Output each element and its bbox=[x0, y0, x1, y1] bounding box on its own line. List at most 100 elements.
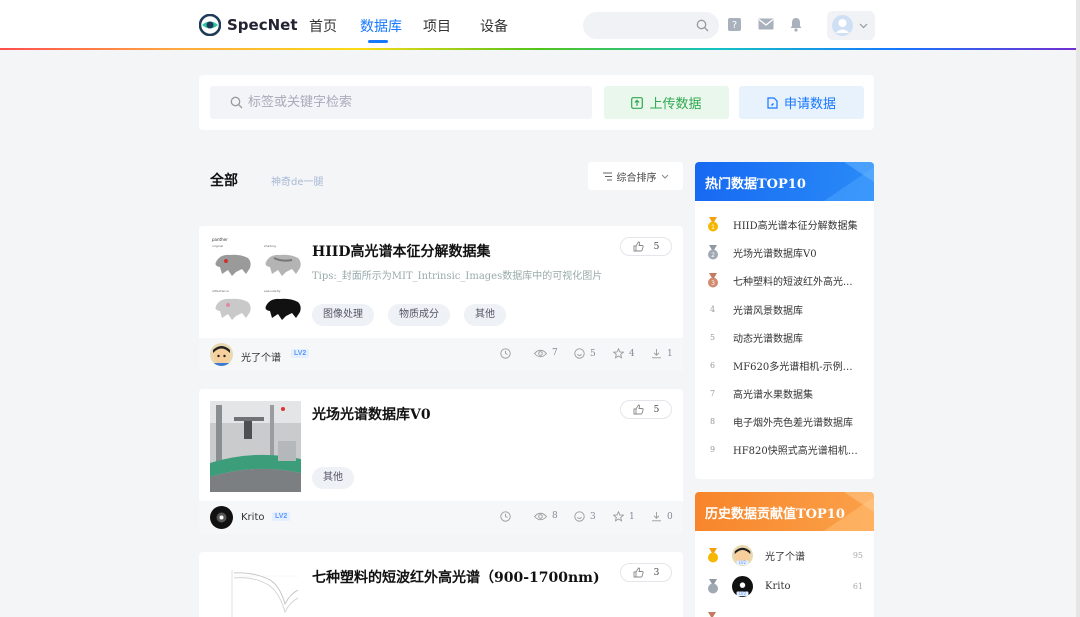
hot-rank-item[interactable]: 2 光场光谱数据库V0 bbox=[705, 245, 865, 260]
bronze-medal-icon bbox=[708, 612, 716, 617]
chevron-down-icon bbox=[859, 23, 868, 29]
dataset-card[interactable]: 七种塑料的短波红外高光谱（900-1700nm) 3 bbox=[199, 552, 683, 617]
silver-medal-icon bbox=[707, 579, 718, 594]
hot-rank-name[interactable]: 光场光谱数据库V0 bbox=[733, 245, 858, 260]
upload-icon bbox=[631, 96, 644, 109]
dataset-thumbnail[interactable] bbox=[210, 401, 301, 492]
contributor-item-partial[interactable] bbox=[705, 608, 719, 617]
dataset-card[interactable]: 光场光谱数据库V0 其他 5 Krito LV2 8 3 1 0 bbox=[199, 389, 683, 534]
hot-top10-panel bbox=[695, 162, 874, 479]
silver-medal-icon: 2 bbox=[707, 245, 718, 260]
hot-rank-item[interactable]: 5 动态光谱数据库 bbox=[705, 330, 865, 345]
hot-rank-item[interactable]: 9 HF820快照式高光谱相机-... bbox=[705, 442, 865, 457]
tag-other[interactable]: 其他 bbox=[312, 467, 354, 489]
views-stat: 7 bbox=[534, 348, 558, 358]
dataset-search[interactable] bbox=[210, 86, 592, 119]
hot-rank-name[interactable]: 光谱风景数据库 bbox=[733, 302, 858, 317]
nav-database[interactable]: 数据库 bbox=[360, 16, 402, 36]
sort-dropdown[interactable]: 综合排序 bbox=[588, 162, 683, 190]
contributor-score: 61 bbox=[852, 582, 863, 591]
stars-stat[interactable]: 4 bbox=[613, 348, 635, 359]
level-badge: LV2 bbox=[272, 512, 291, 521]
clock-icon bbox=[500, 511, 511, 522]
author-avatar[interactable] bbox=[210, 343, 233, 366]
contributor-item[interactable]: LV2 Krito 61 bbox=[705, 576, 863, 597]
hot-rank-name[interactable]: HF820快照式高光谱相机-... bbox=[733, 442, 858, 457]
contributor-name[interactable]: 光了个谱 bbox=[765, 548, 805, 563]
comments-stat[interactable]: 3 bbox=[574, 511, 596, 522]
author-avatar[interactable] bbox=[210, 506, 233, 529]
views-count: 8 bbox=[552, 511, 558, 521]
hot-rank-item[interactable]: 3 七种塑料的短波红外高光... bbox=[705, 273, 865, 288]
level-badge: LV2 bbox=[291, 349, 310, 358]
dataset-card[interactable]: panther original shading reflectance spe… bbox=[199, 226, 683, 371]
header-search-input[interactable] bbox=[583, 12, 719, 39]
downloads-stat[interactable]: 0 bbox=[651, 511, 673, 522]
contributor-item[interactable]: LV2 光了个谱 95 bbox=[705, 545, 863, 566]
tag-image-processing[interactable]: 图像处理 bbox=[312, 304, 374, 326]
gold-medal-icon bbox=[707, 548, 718, 563]
author-name[interactable]: 光了个谱 bbox=[241, 349, 281, 364]
nav-home[interactable]: 首页 bbox=[309, 16, 337, 36]
apply-data-button[interactable]: 申请数据 bbox=[739, 86, 864, 119]
user-menu[interactable] bbox=[827, 11, 875, 40]
hot-rank-item[interactable]: 7 高光谱水果数据集 bbox=[705, 386, 865, 401]
search-icon[interactable] bbox=[696, 19, 709, 32]
tag-material-composition[interactable]: 物质成分 bbox=[388, 304, 450, 326]
upload-data-button[interactable]: 上传数据 bbox=[604, 86, 729, 119]
thumb-label: shading bbox=[264, 244, 276, 248]
nav-project[interactable]: 项目 bbox=[423, 16, 451, 36]
time-stat[interactable] bbox=[500, 511, 511, 522]
spectrum-plot-icon bbox=[231, 570, 299, 617]
dataset-title[interactable]: 七种塑料的短波红外高光谱（900-1700nm) bbox=[312, 567, 600, 587]
tab-user[interactable]: 神奇de一腿 bbox=[271, 173, 324, 188]
tab-all[interactable]: 全部 bbox=[210, 170, 238, 190]
author-name[interactable]: Krito bbox=[241, 512, 265, 523]
brand-logo[interactable]: SpecNet bbox=[199, 14, 298, 36]
stars-stat[interactable]: 1 bbox=[613, 511, 635, 522]
search-icon bbox=[230, 96, 243, 109]
comments-stat[interactable]: 5 bbox=[574, 348, 596, 359]
downloads-stat[interactable]: 1 bbox=[651, 348, 673, 359]
like-button[interactable]: 3 bbox=[620, 563, 672, 582]
nav-device[interactable]: 设备 bbox=[480, 16, 508, 36]
document-icon bbox=[767, 96, 778, 109]
hot-rank-name[interactable]: HIID高光谱本征分解数据集 bbox=[733, 217, 858, 232]
comments-count: 3 bbox=[590, 511, 596, 522]
time-stat[interactable] bbox=[500, 348, 511, 359]
help-icon[interactable]: ? bbox=[727, 17, 742, 32]
like-button[interactable]: 5 bbox=[620, 400, 672, 419]
hot-rank-item[interactable]: 1 HIID高光谱本征分解数据集 bbox=[705, 217, 865, 232]
contributor-avatar[interactable]: LV2 bbox=[732, 576, 753, 597]
hot-rank-name[interactable]: MF620多光谱相机-示例数据 bbox=[733, 358, 858, 373]
like-button[interactable]: 5 bbox=[620, 237, 672, 256]
download-icon bbox=[652, 512, 661, 522]
bell-icon[interactable] bbox=[789, 17, 803, 32]
svg-text:?: ? bbox=[732, 20, 737, 31]
hot-rank-item[interactable]: 8 电子烟外壳色差光谱数据库 bbox=[705, 414, 865, 429]
dataset-title[interactable]: 光场光谱数据库V0 bbox=[312, 404, 431, 424]
contributor-avatar[interactable]: LV2 bbox=[732, 545, 753, 566]
dataset-thumbnail[interactable] bbox=[210, 564, 301, 617]
stars-count: 1 bbox=[629, 511, 635, 522]
contributor-name[interactable]: Krito bbox=[765, 581, 791, 592]
hot-rank-name[interactable]: 高光谱水果数据集 bbox=[733, 386, 858, 401]
hot-rank-name[interactable]: 电子烟外壳色差光谱数据库 bbox=[733, 414, 858, 429]
hot-rank-item[interactable]: 6 MF620多光谱相机-示例数据 bbox=[705, 358, 865, 373]
dataset-search-input[interactable] bbox=[248, 86, 578, 119]
hot-rank-item[interactable]: 4 光谱风景数据库 bbox=[705, 302, 865, 317]
hot-rank-name[interactable]: 动态光谱数据库 bbox=[733, 330, 858, 345]
svg-text:1: 1 bbox=[711, 224, 715, 231]
star-icon bbox=[613, 348, 624, 359]
tag-other[interactable]: 其他 bbox=[464, 304, 506, 326]
page-scrollbar[interactable] bbox=[1076, 0, 1080, 617]
dataset-thumbnail[interactable]: panther original shading reflectance spe… bbox=[210, 236, 301, 327]
mail-icon[interactable] bbox=[758, 17, 774, 31]
svg-text:3: 3 bbox=[711, 280, 715, 287]
hot-top10-header: 热门数据TOP10 bbox=[695, 162, 874, 201]
header-decoration-icon bbox=[824, 162, 874, 201]
thumb-label: panther bbox=[212, 237, 228, 242]
dataset-title[interactable]: HIID高光谱本征分解数据集 bbox=[312, 241, 490, 261]
thumb-label: original bbox=[212, 244, 223, 248]
hot-rank-name[interactable]: 七种塑料的短波红外高光... bbox=[733, 273, 858, 288]
